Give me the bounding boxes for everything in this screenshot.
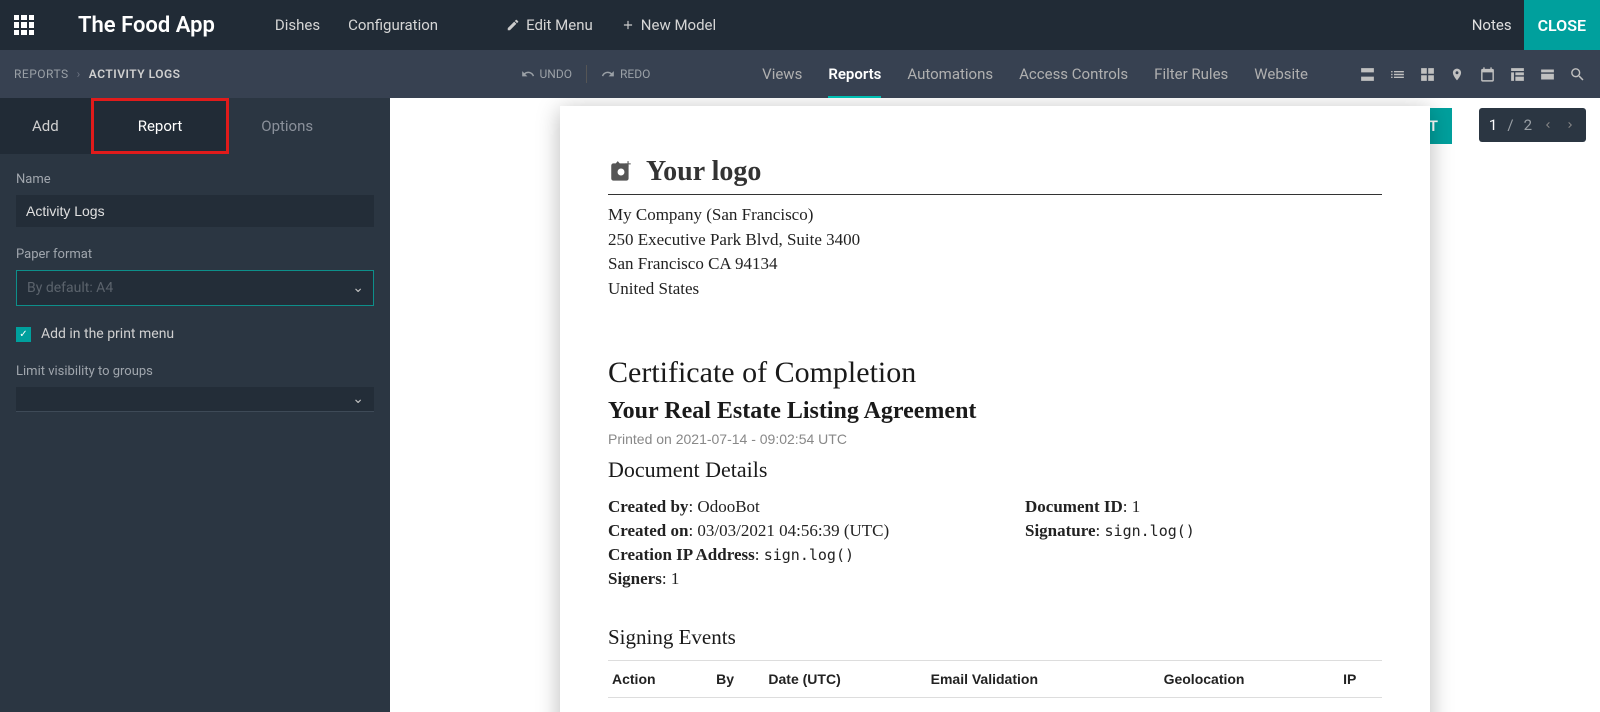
name-input[interactable] <box>16 195 374 227</box>
undo-redo: UNDO REDO <box>521 65 651 83</box>
events-table: Action By Date (UTC) Email Validation Ge… <box>608 660 1382 698</box>
crumb-activity-logs: ACTIVITY LOGS <box>89 67 181 81</box>
tab-access-controls[interactable]: Access Controls <box>1019 65 1128 97</box>
logo-text: Your logo <box>646 156 761 188</box>
checkmark-icon: ✓ <box>16 327 31 342</box>
notes-button[interactable]: Notes <box>1472 16 1512 34</box>
menu-dishes[interactable]: Dishes <box>275 16 320 34</box>
redo-icon <box>601 67 615 81</box>
list-view-icon[interactable] <box>1388 65 1406 83</box>
kanban-view-icon[interactable] <box>1418 65 1436 83</box>
menu-configuration[interactable]: Configuration <box>348 16 438 34</box>
breadcrumb: REPORTS › ACTIVITY LOGS <box>14 67 181 81</box>
details-grid: Created by: OdooBot Created on: 03/03/20… <box>608 497 1382 593</box>
col-by: By <box>712 660 764 697</box>
activity-view-icon[interactable] <box>1538 65 1556 83</box>
nav-tabs: Views Reports Automations Access Control… <box>762 65 1308 83</box>
topbar-menu: Dishes Configuration Edit Menu New Model <box>275 16 716 34</box>
undo-icon <box>521 67 535 81</box>
name-label: Name <box>16 172 374 187</box>
calendar-view-icon[interactable] <box>1478 65 1496 83</box>
crumb-reports[interactable]: REPORTS <box>14 67 69 81</box>
undo-button[interactable]: UNDO <box>521 67 572 81</box>
col-geo: Geolocation <box>1160 660 1340 697</box>
topbar: The Food App Dishes Configuration Edit M… <box>0 0 1600 50</box>
events-heading: Signing Events <box>608 625 1382 650</box>
search-icon[interactable] <box>1568 65 1586 83</box>
paper-format-select[interactable]: By default: A4 <box>16 270 374 306</box>
tab-website[interactable]: Website <box>1254 65 1308 97</box>
tab-filter-rules[interactable]: Filter Rules <box>1154 65 1228 97</box>
printed-timestamp: Printed on 2021-07-14 - 09:02:54 UTC <box>608 431 1382 447</box>
sidebar-tab-report[interactable]: Report <box>91 98 230 154</box>
camera-icon <box>608 159 634 185</box>
doc-subtitle: Your Real Estate Listing Agreement <box>608 398 1382 425</box>
add-print-menu-checkbox[interactable]: ✓ Add in the print menu <box>16 326 374 342</box>
menu-edit-menu[interactable]: Edit Menu <box>506 16 593 34</box>
close-button[interactable]: CLOSE <box>1524 0 1600 50</box>
main: Add Report Options Name Paper format By … <box>0 98 1600 712</box>
view-switcher <box>1358 65 1586 83</box>
col-ip: IP <box>1339 660 1382 697</box>
sidebar-tabs: Add Report Options <box>0 98 390 154</box>
pencil-icon <box>506 18 520 32</box>
tab-reports[interactable]: Reports <box>828 65 881 97</box>
sidebar-tab-add[interactable]: Add <box>0 98 91 154</box>
preview-pane: PRINT 1 / 2 Your logo My Company (San Fr… <box>390 98 1600 712</box>
tab-views[interactable]: Views <box>762 65 802 97</box>
doc-title: Certificate of Completion <box>608 356 1382 390</box>
divider <box>608 194 1382 195</box>
details-heading: Document Details <box>608 457 1382 483</box>
app-title: The Food App <box>78 13 215 38</box>
col-action: Action <box>608 660 712 697</box>
menu-new-model[interactable]: New Model <box>621 16 716 34</box>
map-pin-icon[interactable] <box>1448 65 1466 83</box>
report-page: Your logo My Company (San Francisco) 250… <box>560 106 1430 712</box>
col-date: Date (UTC) <box>764 660 926 697</box>
plus-icon <box>621 18 635 32</box>
redo-button[interactable]: REDO <box>601 67 650 81</box>
secondary-bar: REPORTS › ACTIVITY LOGS UNDO REDO Views … <box>0 50 1600 98</box>
sidebar: Add Report Options Name Paper format By … <box>0 98 390 712</box>
limit-groups-select[interactable] <box>16 387 374 411</box>
tab-automations[interactable]: Automations <box>907 65 993 97</box>
sidebar-body: Name Paper format By default: A4 ⌄ ✓ Add… <box>0 154 390 430</box>
paper-format-label: Paper format <box>16 247 374 262</box>
logo-row: Your logo <box>608 156 1382 188</box>
company-address: My Company (San Francisco) 250 Executive… <box>608 203 1382 302</box>
apps-grid-icon[interactable] <box>14 15 34 35</box>
pivot-view-icon[interactable] <box>1508 65 1526 83</box>
limit-groups-label: Limit visibility to groups <box>16 364 374 379</box>
card-view-icon[interactable] <box>1358 65 1376 83</box>
col-email: Email Validation <box>927 660 1160 697</box>
sidebar-tab-options[interactable]: Options <box>229 98 345 154</box>
chevron-right-icon: › <box>77 67 81 81</box>
